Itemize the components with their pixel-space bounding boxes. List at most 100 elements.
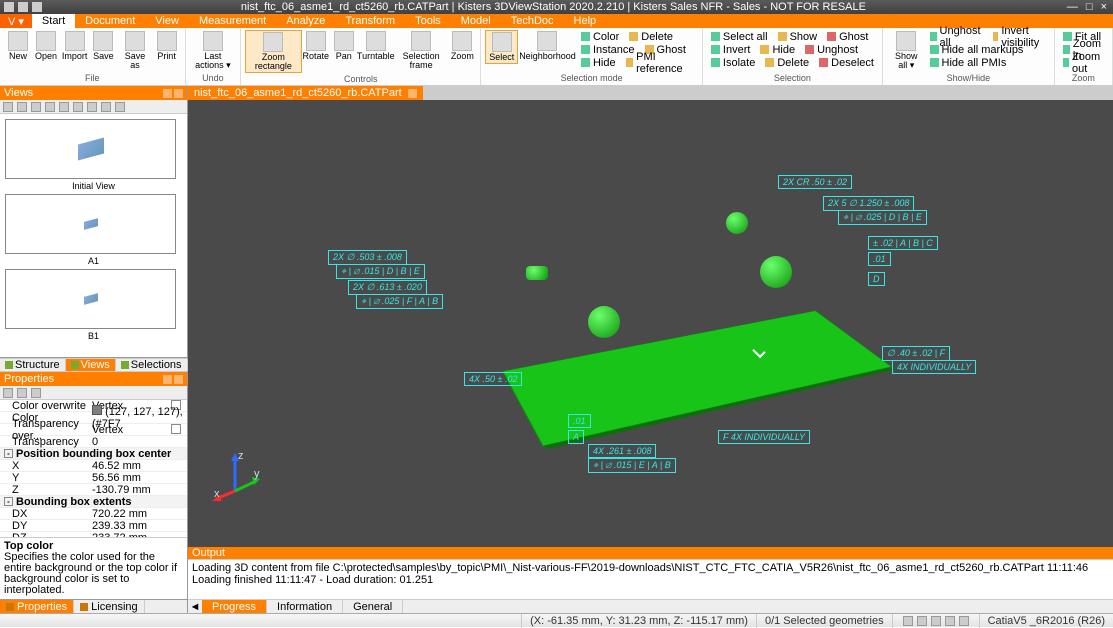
views-close-icon[interactable] (174, 89, 183, 98)
pmi-annotation[interactable]: ⌖ | ∅ .015 | E | A | B (588, 458, 676, 473)
ribbon-hide-button[interactable]: Hide (579, 56, 618, 69)
menu-tab-model[interactable]: Model (451, 14, 501, 28)
menu-tab-view[interactable]: View (145, 14, 189, 28)
property-value[interactable]: -130.79 mm (88, 484, 187, 496)
status-icon[interactable] (903, 616, 913, 626)
menu-tab-transform[interactable]: Transform (335, 14, 405, 28)
expand-glyph-icon[interactable]: - (4, 497, 13, 506)
pmi-annotation[interactable]: 2X 5 ∅ 1.250 ± .008 (823, 196, 914, 211)
view-thumbnail[interactable] (5, 269, 176, 329)
pmi-annotation[interactable]: ∅ .40 ± .02 | F (882, 346, 950, 361)
ribbon-invert-visibility-button[interactable]: Invert visibility (991, 30, 1048, 43)
ribbon-save-as-button[interactable]: Save as (117, 30, 152, 71)
left-tab-selections[interactable]: Selections (116, 359, 188, 371)
ribbon-select-button[interactable]: Select (485, 30, 518, 64)
output-tab-progress[interactable]: Progress (202, 600, 267, 614)
left-tab-views[interactable]: Views (66, 359, 116, 371)
ribbon-instance-button[interactable]: Instance (579, 43, 637, 56)
ribbon-show-all-▾-button[interactable]: Show all ▾ (887, 30, 926, 71)
ribbon-last-actions-▾-button[interactable]: Last actions ▾ (190, 30, 237, 71)
document-tab[interactable]: nist_ftc_06_asme1_rd_ct5260_rb.CATPart (188, 86, 423, 100)
ribbon-print-button[interactable]: Print (153, 30, 181, 62)
ribbon-ghost-button[interactable]: Ghost (825, 30, 870, 43)
ribbon-rotate-button[interactable]: Rotate (302, 30, 330, 62)
ribbon-zoom-rectangle-button[interactable]: Zoom rectangle (245, 30, 302, 73)
menu-tab-help[interactable]: Help (564, 14, 607, 28)
property-value[interactable]: Vertex (88, 424, 187, 436)
pmi-annotation[interactable]: .01 (568, 414, 591, 428)
views-tool-icon[interactable] (45, 102, 55, 112)
qat-open-icon[interactable] (18, 2, 28, 12)
ribbon-delete-button[interactable]: Delete (627, 30, 675, 43)
property-value[interactable]: 46.52 mm (88, 460, 187, 472)
property-section-header[interactable]: -Bounding box extents (0, 496, 187, 508)
view-thumbnail[interactable] (5, 194, 176, 254)
status-icon[interactable] (959, 616, 969, 626)
properties-tool-icon[interactable] (3, 388, 13, 398)
model-cylinder[interactable] (726, 212, 748, 234)
property-value[interactable]: 720.22 mm (88, 508, 187, 520)
ribbon-open-button[interactable]: Open (32, 30, 60, 62)
menu-tab-measurement[interactable]: Measurement (189, 14, 276, 28)
ribbon-zoom-out-button[interactable]: Zoom out (1061, 56, 1106, 69)
pmi-annotation[interactable]: D (868, 272, 885, 286)
output-tab-information[interactable]: Information (267, 600, 343, 614)
model-cylinder[interactable] (526, 266, 548, 280)
views-pin-icon[interactable] (163, 89, 172, 98)
ribbon-isolate-button[interactable]: Isolate (709, 56, 757, 69)
ribbon-save-button[interactable]: Save (89, 30, 117, 62)
views-tool-icon[interactable] (3, 102, 13, 112)
pmi-annotation[interactable]: ⌖ | ∅ .015 | D | B | E (336, 264, 425, 279)
bottom-tab-properties[interactable]: Properties (0, 600, 74, 613)
views-tool-icon[interactable] (101, 102, 111, 112)
ribbon-unghost-all-button[interactable]: Unghost all (928, 30, 985, 43)
properties-pin-icon[interactable] (163, 375, 172, 384)
ribbon-select-all-button[interactable]: Select all (709, 30, 770, 43)
qat-save-icon[interactable] (4, 2, 14, 12)
ribbon-hide-all-markups-button[interactable]: Hide all markups (928, 43, 1026, 56)
pmi-annotation[interactable]: ⌖ | ∅ .025 | D | B | E (838, 210, 927, 225)
pmi-annotation[interactable]: .01 (868, 252, 891, 266)
pmi-annotation[interactable]: 4X INDIVIDUALLY (892, 360, 976, 374)
bottom-tab-licensing[interactable]: Licensing (74, 600, 144, 613)
pmi-annotation[interactable]: 4X .50 ± .02 (464, 372, 522, 386)
status-icon[interactable] (945, 616, 955, 626)
ribbon-turntable-button[interactable]: Turntable (358, 30, 394, 62)
menu-tab-document[interactable]: Document (75, 14, 145, 28)
ribbon-neighborhood-button[interactable]: Neighborhood (518, 30, 577, 62)
expand-glyph-icon[interactable]: - (4, 449, 13, 458)
pmi-annotation[interactable]: 2X CR .50 ± .02 (778, 175, 852, 189)
ribbon-color-button[interactable]: Color (579, 30, 621, 43)
properties-close-icon[interactable] (174, 375, 183, 384)
pmi-annotation[interactable]: ± .02 | A | B | C (868, 236, 938, 250)
menu-tab-techdoc[interactable]: TechDoc (501, 14, 564, 28)
model-sphere[interactable] (760, 256, 792, 288)
qat-dropdown-icon[interactable] (32, 2, 42, 12)
pmi-annotation[interactable]: F 4X INDIVIDUALLY (718, 430, 810, 444)
ribbon-unghost-button[interactable]: Unghost (803, 43, 860, 56)
menu-tab-tools[interactable]: Tools (405, 14, 451, 28)
ribbon-invert-button[interactable]: Invert (709, 43, 753, 56)
model-sphere[interactable] (588, 306, 620, 338)
ribbon-import-button[interactable]: Import (60, 30, 89, 62)
pmi-annotation[interactable]: 2X ∅ .503 ± .008 (328, 250, 407, 265)
view-thumbnail[interactable] (5, 119, 176, 179)
ribbon-zoom-button[interactable]: Zoom (448, 30, 476, 62)
left-tab-structure[interactable]: Structure (0, 359, 66, 371)
pmi-annotation[interactable]: 2X ∅ .613 ± .020 (348, 280, 427, 295)
property-value[interactable]: 56.56 mm (88, 472, 187, 484)
file-menu-button[interactable]: V ▾ (0, 14, 32, 28)
output-tab-general[interactable]: General (343, 600, 403, 614)
ribbon-pmi-reference-button[interactable]: PMI reference (624, 56, 696, 69)
views-tool-icon[interactable] (31, 102, 41, 112)
menu-tab-analyze[interactable]: Analyze (276, 14, 335, 28)
pmi-annotation[interactable]: A (568, 430, 584, 444)
document-tab-close-icon[interactable] (408, 89, 417, 98)
property-value[interactable]: 239.33 mm (88, 520, 187, 532)
pmi-annotation[interactable]: 4X .261 ± .008 (588, 444, 656, 458)
properties-tool-icon[interactable] (17, 388, 27, 398)
ribbon-show-button[interactable]: Show (776, 30, 820, 43)
views-tool-icon[interactable] (87, 102, 97, 112)
views-tool-icon[interactable] (59, 102, 69, 112)
viewport-3d[interactable]: zyx 2X CR .50 ± .022X 5 ∅ 1.250 ± .008⌖ … (188, 100, 1113, 547)
